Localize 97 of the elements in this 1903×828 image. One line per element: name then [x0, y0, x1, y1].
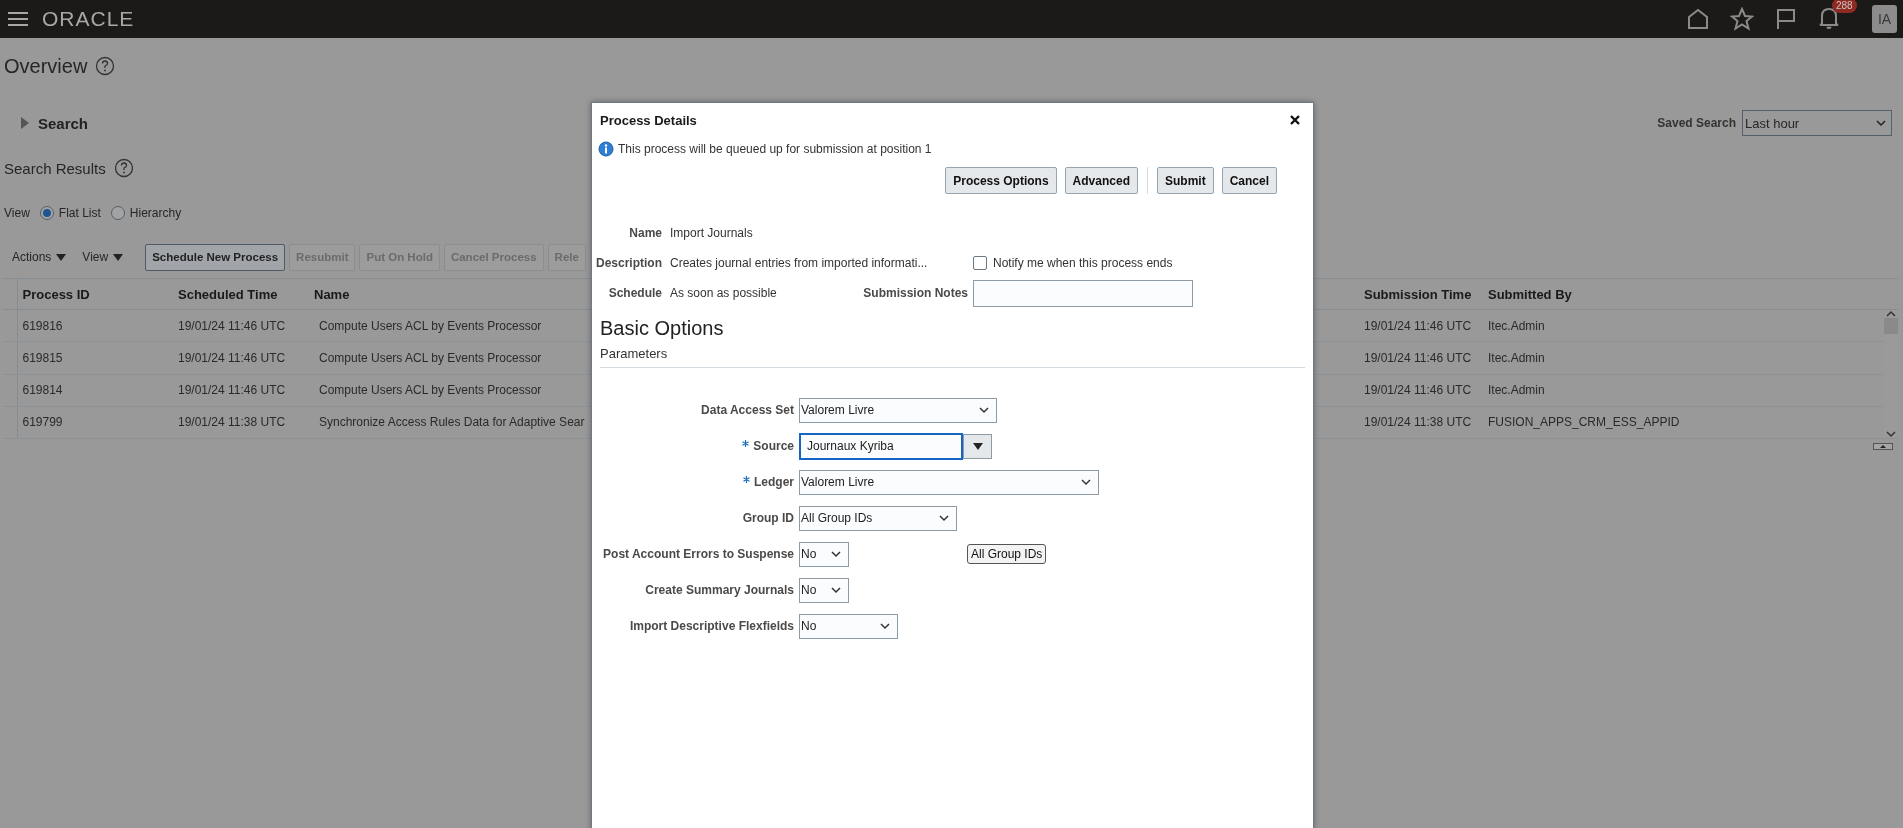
table-cell: 19/01/24 11:46 UTC: [1364, 383, 1472, 398]
field-label: View: [4, 206, 30, 220]
dropdown[interactable]: No: [799, 577, 849, 603]
chevron-down-icon: [830, 585, 842, 595]
flag-icon[interactable]: [1774, 7, 1798, 31]
column-header[interactable]: Submission Time: [1359, 278, 1483, 310]
table-cell: 619816: [22, 318, 63, 333]
table-cell: Itec.Admin: [1488, 383, 1545, 398]
help-icon[interactable]: [113, 158, 134, 178]
chevron-down-icon: [1080, 477, 1092, 487]
field-label: Create Summary Journals: [645, 583, 794, 597]
dropdown[interactable]: No: [799, 613, 898, 639]
section-title: Search Results: [4, 159, 106, 177]
group-ids-button[interactable]: All Group IDs: [967, 544, 1047, 564]
dropdown-button[interactable]: [963, 433, 992, 459]
home-icon[interactable]: [1686, 7, 1710, 31]
notification-badge: 288: [1832, 0, 1857, 13]
table-cell: 619815: [22, 350, 63, 365]
table-cell: 19/01/24 11:46 UTC: [1364, 350, 1472, 365]
table-cell: 19/01/24 11:46 UTC: [1364, 318, 1472, 333]
field-label: Submission Notes: [862, 285, 969, 302]
chevron-down-icon: [978, 405, 990, 415]
dialog-title: Process Details: [600, 112, 697, 128]
close-icon[interactable]: [1289, 114, 1301, 126]
toolbar-menu[interactable]: Actions: [12, 250, 67, 264]
scrollbar-thumb[interactable]: [1884, 318, 1898, 334]
field-label: Source: [753, 439, 794, 453]
table-cell: Compute Users ACL by Events Processor: [319, 383, 542, 398]
table-cell: 19/01/24 11:46 UTC: [178, 350, 286, 365]
chevron-up-icon[interactable]: [1885, 310, 1897, 318]
caret-down-icon: [56, 253, 67, 261]
section-header[interactable]: Search: [38, 114, 89, 132]
dropdown[interactable]: Valorem Livre: [799, 469, 1099, 495]
info-message: This process will be queued up for submission at position 1: [618, 142, 932, 156]
radio-label[interactable]: Hierarchy: [129, 206, 182, 220]
table-cell: FUSION_APPS_CRM_ESS_APPID: [1488, 415, 1680, 430]
field-label: Post Account Errors to Suspense: [603, 547, 794, 561]
table-cell: 19/01/24 11:46 UTC: [178, 383, 286, 398]
dropdown[interactable]: All Group IDs: [799, 505, 957, 531]
table-cell: Compute Users ACL by Events Processor: [319, 350, 542, 365]
column-header[interactable]: Process ID: [17, 278, 173, 310]
chevron-down-icon[interactable]: [1885, 430, 1897, 438]
field-label: Data Access Set: [701, 403, 794, 417]
table-cell: 619814: [22, 383, 63, 398]
checkbox[interactable]: [973, 256, 987, 270]
user-avatar[interactable]: IA: [1872, 5, 1897, 33]
table-cell: Synchronize Access Rules Data for Adaptive Sear: [319, 415, 585, 430]
collapse-icon[interactable]: [1873, 443, 1893, 450]
field-label: Import Descriptive Flexfields: [629, 619, 794, 633]
field-label: Schedule: [607, 285, 663, 302]
section-title: Basic Options: [599, 316, 725, 340]
combo-field[interactable]: Journaux Kyriba: [799, 432, 963, 460]
chevron-down-icon: [1875, 118, 1887, 128]
column-header[interactable]: Scheduled Time: [173, 278, 309, 310]
subsection-title: Parameters: [599, 345, 669, 361]
table-cell: 19/01/24 11:38 UTC: [178, 415, 286, 430]
checkbox-label[interactable]: Notify me when this process ends: [993, 256, 1173, 270]
caret-down-icon: [972, 442, 983, 450]
field-label: Description: [595, 255, 663, 272]
star-icon[interactable]: [1730, 7, 1754, 31]
field-label: Saved Search: [1657, 116, 1736, 130]
table-cell: Itec.Admin: [1488, 350, 1545, 365]
field-value: Import Journals: [670, 225, 754, 242]
logo[interactable]: ORACLE: [42, 7, 135, 31]
help-icon[interactable]: [95, 56, 116, 76]
caret-down-icon: [113, 253, 124, 261]
field-label: Name: [628, 225, 663, 242]
field-value: As soon as possible: [670, 285, 778, 302]
page-title: Overview: [4, 54, 88, 78]
input-field[interactable]: [973, 279, 1193, 307]
expand-icon[interactable]: [20, 117, 30, 129]
column-header[interactable]: Submitted By: [1483, 278, 1884, 310]
menu-icon[interactable]: [8, 11, 28, 27]
field-label: Group ID: [742, 511, 794, 525]
chevron-down-icon: [830, 549, 842, 559]
table-cell: Compute Users ACL by Events Processor: [319, 318, 542, 333]
table-cell: 619799: [22, 415, 63, 430]
radio-label[interactable]: Flat List: [58, 206, 101, 220]
field-label: Ledger: [754, 475, 794, 489]
dialog-button[interactable]: Advanced: [1064, 167, 1138, 194]
toolbar-button[interactable]: Schedule New Process: [145, 243, 286, 271]
radio-button[interactable]: [110, 206, 125, 220]
table-cell: 19/01/24 11:46 UTC: [178, 318, 286, 333]
toolbar-menu[interactable]: View: [82, 250, 124, 264]
saved-search-select[interactable]: Last hour: [1742, 110, 1892, 136]
dropdown[interactable]: No: [799, 541, 849, 567]
field-value: Creates journal entries from imported informati...: [670, 255, 929, 272]
dialog-button[interactable]: Process Options: [945, 167, 1057, 194]
info-icon: [598, 141, 614, 157]
table-cell: 19/01/24 11:38 UTC: [1364, 415, 1472, 430]
dialog-button[interactable]: Cancel: [1221, 167, 1277, 194]
dropdown[interactable]: Valorem Livre: [799, 397, 997, 423]
radio-button[interactable]: [39, 206, 54, 220]
dialog-button[interactable]: Submit: [1156, 167, 1214, 194]
chevron-down-icon: [879, 621, 891, 631]
chevron-down-icon: [938, 513, 950, 523]
table-cell: Itec.Admin: [1488, 318, 1545, 333]
